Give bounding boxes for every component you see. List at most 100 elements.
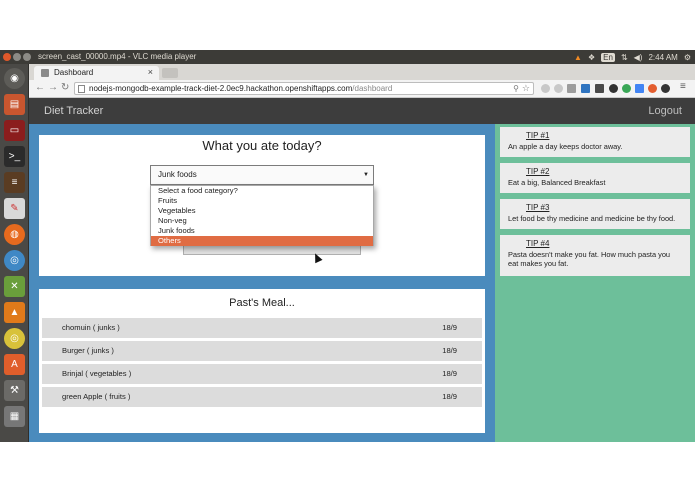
vlc-tray-icon[interactable]: ▲ <box>574 53 582 62</box>
key-icon[interactable]: ⚲ <box>513 83 519 94</box>
firefox-icon[interactable]: ◍ <box>4 224 25 245</box>
extension-icon-5[interactable] <box>595 84 604 93</box>
vlc-video-frame: screen_cast_00000.mp4 - VLC media player… <box>0 50 695 442</box>
meal-name: green Apple ( fruits ) <box>62 392 131 401</box>
tip-title: TIP #3 <box>526 203 550 212</box>
bookmark-star-icon[interactable]: ☆ <box>522 83 530 94</box>
extension-icon-4[interactable] <box>581 84 590 93</box>
stack-app-icon[interactable]: ≡ <box>4 172 25 193</box>
submit-button[interactable] <box>183 246 361 255</box>
logout-link[interactable]: Logout <box>648 105 682 117</box>
window-minimize-button[interactable] <box>13 53 21 61</box>
keyboard-layout-indicator[interactable]: En <box>601 52 615 62</box>
brand-link[interactable]: Diet Tracker <box>44 105 103 117</box>
terminal-icon[interactable]: >_ <box>4 146 25 167</box>
page-favicon-icon <box>41 69 49 77</box>
app-navbar: Diet Tracker Logout <box>29 98 695 124</box>
ubuntu-top-panel: screen_cast_00000.mp4 - VLC media player… <box>0 50 695 64</box>
files-icon[interactable]: ▤ <box>4 94 25 115</box>
dropdown-option[interactable]: Non-veg <box>151 216 373 226</box>
dropdown-arrow-icon: ▼ <box>363 172 369 178</box>
meal-row[interactable]: Brinjal ( vegetables ) 18/9 <box>42 364 482 384</box>
new-tab-button[interactable] <box>162 68 178 78</box>
meal-name: Burger ( junks ) <box>62 346 114 355</box>
tab-close-icon[interactable]: × <box>148 67 153 77</box>
page-info-icon[interactable] <box>78 85 85 93</box>
settings-app-icon[interactable]: ⚒ <box>4 380 25 401</box>
pocket-icon[interactable] <box>609 84 618 93</box>
dropdown-option[interactable]: Select a food category? <box>151 186 373 196</box>
dropdown-option[interactable]: Vegetables <box>151 206 373 216</box>
ubuntu-dash-icon[interactable]: ◉ <box>4 68 25 89</box>
clock[interactable]: 2:44 AM <box>648 53 677 62</box>
meal-date: 18/9 <box>442 392 457 401</box>
dropdown-option[interactable]: Fruits <box>151 196 373 206</box>
meal-row[interactable]: Burger ( junks ) 18/9 <box>42 341 482 361</box>
web-page: Diet Tracker Logout What you ate today? … <box>29 98 695 442</box>
tab-dashboard[interactable]: Dashboard × <box>34 66 159 80</box>
meal-row[interactable]: chomuin ( junks ) 18/9 <box>42 318 482 338</box>
tip-title: TIP #2 <box>526 167 550 176</box>
meal-date: 18/9 <box>442 369 457 378</box>
extension-icon-2[interactable] <box>554 84 563 93</box>
navigation-bar: ← → ↻ nodejs-mongodb-example-track-diet-… <box>29 80 695 98</box>
dropbox-tray-icon[interactable]: ❖ <box>588 53 595 62</box>
add-meal-heading: What you ate today? <box>202 138 322 153</box>
tip-title: TIP #4 <box>526 239 550 248</box>
tip-card: TIP #4 Pasta doesn't make you fat. How m… <box>500 235 690 276</box>
network-icon[interactable]: ⇅ <box>621 53 628 62</box>
dropdown-option-highlighted[interactable]: Others <box>151 236 373 246</box>
tip-card: TIP #2 Eat a big, Balanced Breakfast <box>500 163 690 193</box>
tip-card: TIP #1 An apple a day keeps doctor away. <box>500 127 690 157</box>
tip-text: Pasta doesn't make you fat. How much pas… <box>508 250 671 268</box>
food-category-dropdown: Select a food category? Fruits Vegetable… <box>150 185 374 246</box>
meal-name: chomuin ( junks ) <box>62 323 120 332</box>
tip-text: Let food be thy medicine and medicine be… <box>508 214 676 223</box>
meal-date: 18/9 <box>442 346 457 355</box>
ubuntu-launcher: ◉ ▤ ▭ >_ ≡ ✎ ◍ ◎ ✕ ▲ ◎ A ⚒ ▦ <box>0 64 29 442</box>
terminal-red-icon[interactable]: ▭ <box>4 120 25 141</box>
tips-column: TIP #1 An apple a day keeps doctor away.… <box>495 124 695 442</box>
window-title: screen_cast_00000.mp4 - VLC media player <box>38 52 197 61</box>
back-arrow-icon[interactable]: ← <box>35 82 45 93</box>
tab-title: Dashboard <box>54 68 94 77</box>
menu-icon[interactable]: ≡ <box>680 81 686 92</box>
text-editor-icon[interactable]: ✎ <box>4 198 25 219</box>
settings-gear-icon[interactable]: ⚙ <box>684 53 691 62</box>
tip-title: TIP #1 <box>526 131 550 140</box>
tip-text: Eat a big, Balanced Breakfast <box>508 178 606 187</box>
chromium-icon[interactable]: ◎ <box>4 250 25 271</box>
android-icon[interactable]: ✕ <box>4 276 25 297</box>
url-path: /dashboard <box>352 84 393 93</box>
meal-date: 18/9 <box>442 323 457 332</box>
extension-icon-9[interactable] <box>648 84 657 93</box>
extension-icon-1[interactable] <box>541 84 550 93</box>
meal-row[interactable]: green Apple ( fruits ) 18/9 <box>42 387 482 407</box>
disc-icon[interactable]: ◎ <box>4 328 25 349</box>
reload-icon[interactable]: ↻ <box>61 82 69 93</box>
extension-icon-7[interactable] <box>622 84 631 93</box>
window-close-button[interactable] <box>3 53 11 61</box>
meal-name: Brinjal ( vegetables ) <box>62 369 132 378</box>
window-maximize-button[interactable] <box>23 53 31 61</box>
system-tray: ▲ ❖ En ⇅ ◀) 2:44 AM ⚙ <box>574 50 695 64</box>
github-icon[interactable] <box>661 84 670 93</box>
extension-icon-3[interactable] <box>567 84 576 93</box>
selected-value: Junk foods <box>158 170 197 179</box>
workspace-switcher-icon[interactable]: ▦ <box>4 406 25 427</box>
past-meals-heading: Past's Meal... <box>229 297 295 309</box>
vlc-icon[interactable]: ▲ <box>4 302 25 323</box>
tip-card: TIP #3 Let food be thy medicine and medi… <box>500 199 690 229</box>
dropdown-option[interactable]: Junk foods <box>151 226 373 236</box>
browser-chrome: Dashboard × ← → ↻ nodejs-mongodb-example… <box>29 64 695 98</box>
url-host: nodejs-mongodb-example-track-diet-2.0ec9… <box>89 84 353 93</box>
extension-icon-8[interactable] <box>635 84 644 93</box>
volume-icon[interactable]: ◀) <box>634 53 643 62</box>
food-category-select[interactable]: Junk foods ▼ <box>150 165 374 185</box>
tip-text: An apple a day keeps doctor away. <box>508 142 623 151</box>
past-meals-card: Past's Meal... chomuin ( junks ) 18/9 Bu… <box>39 289 485 433</box>
software-center-icon[interactable]: A <box>4 354 25 375</box>
forward-arrow-icon[interactable]: → <box>48 82 58 93</box>
address-bar[interactable]: nodejs-mongodb-example-track-diet-2.0ec9… <box>74 82 534 95</box>
add-meal-card: What you ate today? Junk foods ▼ Select … <box>39 135 485 276</box>
